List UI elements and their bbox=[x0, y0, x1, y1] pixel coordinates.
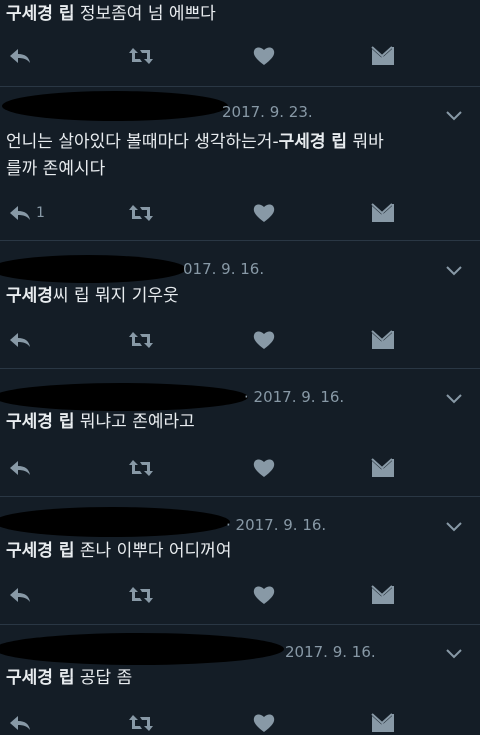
retweet-icon bbox=[129, 332, 153, 348]
reply-button[interactable] bbox=[8, 328, 32, 352]
tweet-text: 구세경 립 존나 이뿌다 어디꺼여 bbox=[6, 541, 232, 561]
retweet-icon bbox=[129, 48, 153, 64]
chevron-down-icon[interactable] bbox=[446, 649, 462, 659]
retweet-button[interactable] bbox=[128, 201, 154, 225]
tweet-actions bbox=[0, 711, 480, 735]
tweet-actions: 1 bbox=[0, 201, 480, 225]
like-button[interactable] bbox=[253, 456, 275, 480]
retweet-icon bbox=[129, 587, 153, 603]
message-button[interactable] bbox=[371, 711, 395, 735]
reply-button[interactable] bbox=[8, 456, 32, 480]
retweet-icon bbox=[129, 205, 153, 221]
tweet-text: 언니는 살아있다 볼때마다 생각하는거-구세경 립 뭐바 를까 존예시다 bbox=[6, 132, 384, 179]
reply-icon bbox=[10, 49, 30, 63]
retweet-button[interactable] bbox=[128, 711, 154, 735]
heart-icon bbox=[253, 459, 275, 477]
heart-icon bbox=[253, 47, 275, 65]
like-button[interactable] bbox=[253, 711, 275, 735]
tweet-text: 구세경 립 뭐냐고 존예라고 bbox=[6, 412, 195, 432]
envelope-icon bbox=[371, 46, 394, 65]
reply-button[interactable]: 1 bbox=[8, 201, 45, 225]
reply-icon bbox=[10, 716, 30, 730]
like-button[interactable] bbox=[253, 201, 275, 225]
message-button[interactable] bbox=[371, 44, 395, 68]
reply-icon bbox=[10, 206, 30, 220]
reply-count: 1 bbox=[36, 205, 45, 221]
heart-icon bbox=[253, 586, 275, 604]
heart-icon bbox=[253, 331, 275, 349]
retweet-button[interactable] bbox=[128, 456, 154, 480]
divider bbox=[0, 86, 480, 87]
retweet-icon bbox=[129, 460, 153, 476]
divider bbox=[0, 496, 480, 497]
tweet-text: 구세경 립 정보좀여 넘 에쁘다 bbox=[6, 4, 216, 24]
message-button[interactable] bbox=[371, 456, 395, 480]
envelope-icon bbox=[371, 585, 394, 604]
tweet-actions bbox=[0, 583, 480, 607]
divider bbox=[0, 368, 480, 369]
tweet-date: 017. 9. 16. bbox=[183, 260, 265, 278]
redacted-username bbox=[0, 633, 284, 665]
envelope-icon bbox=[371, 203, 394, 222]
divider bbox=[0, 240, 480, 241]
redacted-username bbox=[0, 383, 248, 411]
message-button[interactable] bbox=[371, 583, 395, 607]
tweet-actions bbox=[0, 44, 480, 68]
tweet-date: · 2017. 9. 16. bbox=[226, 516, 327, 534]
tweet-date: 2017. 9. 16. bbox=[285, 643, 376, 661]
like-button[interactable] bbox=[253, 44, 275, 68]
reply-icon bbox=[10, 461, 30, 475]
chevron-down-icon[interactable] bbox=[446, 266, 462, 276]
divider bbox=[0, 624, 480, 625]
retweet-button[interactable] bbox=[128, 44, 154, 68]
tweet-date: 2017. 9. 23. bbox=[222, 103, 313, 121]
redacted-username bbox=[0, 507, 230, 537]
heart-icon bbox=[253, 714, 275, 732]
reply-icon bbox=[10, 588, 30, 602]
tweet-date: · 2017. 9. 16. bbox=[244, 388, 345, 406]
retweet-button[interactable] bbox=[128, 583, 154, 607]
envelope-icon bbox=[371, 458, 394, 477]
heart-icon bbox=[253, 204, 275, 222]
envelope-icon bbox=[371, 330, 394, 349]
tweet-text: 구세경씨 립 뭐지 기우웃 bbox=[6, 286, 179, 306]
reply-icon bbox=[10, 333, 30, 347]
like-button[interactable] bbox=[253, 328, 275, 352]
message-button[interactable] bbox=[371, 328, 395, 352]
retweet-icon bbox=[129, 715, 153, 731]
reply-button[interactable] bbox=[8, 711, 32, 735]
like-button[interactable] bbox=[253, 583, 275, 607]
chevron-down-icon[interactable] bbox=[446, 111, 462, 121]
tweet-actions bbox=[0, 328, 480, 352]
tweet-text: 구세경 립 공답 좀 bbox=[6, 668, 133, 688]
redacted-username bbox=[2, 91, 228, 121]
chevron-down-icon[interactable] bbox=[446, 394, 462, 404]
chevron-down-icon[interactable] bbox=[446, 522, 462, 532]
retweet-button[interactable] bbox=[128, 328, 154, 352]
reply-button[interactable] bbox=[8, 583, 32, 607]
message-button[interactable] bbox=[371, 201, 395, 225]
redacted-username bbox=[0, 255, 186, 283]
tweet-actions bbox=[0, 456, 480, 480]
envelope-icon bbox=[371, 713, 394, 732]
reply-button[interactable] bbox=[8, 44, 32, 68]
